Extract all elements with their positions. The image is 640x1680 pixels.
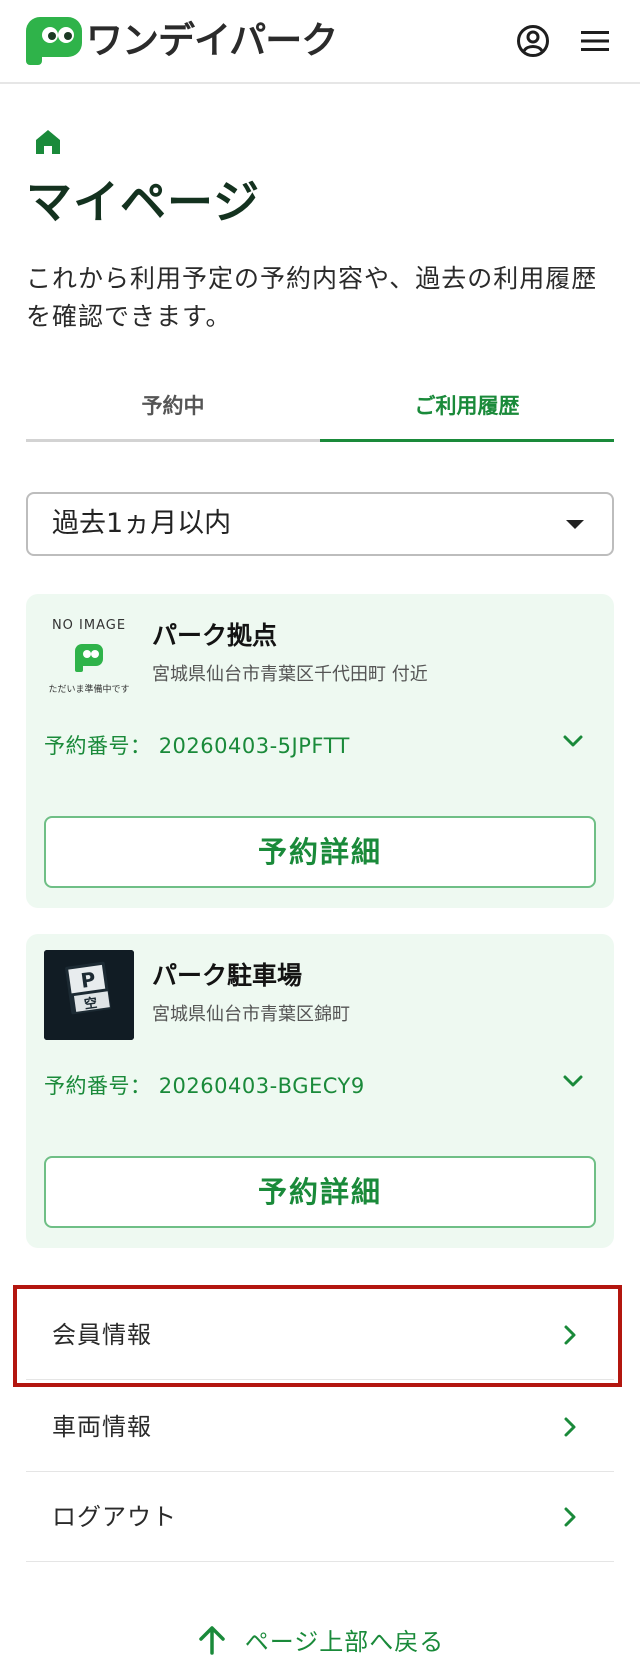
- chevron-down-icon[interactable]: [560, 1068, 586, 1094]
- no-image-label: NO IMAGE: [51, 618, 127, 633]
- arrow-up-icon: [196, 1624, 228, 1656]
- period-select-value: 過去1ヵ月以内: [52, 508, 232, 539]
- user-circle-icon[interactable]: [514, 22, 552, 60]
- menu-item-vehicle-info[interactable]: 車両情報: [26, 1382, 614, 1472]
- no-image-placeholder: NO IMAGE ただいま準備中です: [44, 610, 134, 700]
- logo-mark-icon: [26, 17, 84, 65]
- sign-vacant-text: 空: [83, 995, 98, 1013]
- reservation-number: 予約番号： 20260403-5JPFTT: [44, 730, 350, 760]
- back-to-top-link[interactable]: ページ上部へ戻る: [0, 1622, 640, 1657]
- site-header: ワンデイパーク: [0, 0, 640, 84]
- no-image-caption: ただいま準備中です: [48, 685, 130, 695]
- menu-item-logout[interactable]: ログアウト: [26, 1472, 614, 1562]
- menu-item-label: 車両情報: [52, 1413, 152, 1441]
- logo-text: ワンデイパーク: [86, 19, 338, 62]
- parking-name: パーク拠点: [152, 621, 278, 650]
- reservation-number-label: 予約番号：: [44, 1074, 152, 1098]
- parking-address: 宮城県仙台市青葉区千代田町 付近: [152, 664, 428, 685]
- reservation-number: 予約番号： 20260403-BGECY9: [44, 1070, 365, 1100]
- chevron-right-icon: [558, 1324, 580, 1346]
- menu-item-label: 会員情報: [52, 1321, 152, 1349]
- menu-item-label: ログアウト: [52, 1503, 177, 1531]
- site-logo[interactable]: ワンデイパーク: [26, 17, 338, 65]
- page-title: マイページ: [26, 175, 261, 229]
- reservation-number-value: 20260403-5JPFTT: [158, 734, 350, 758]
- home-icon[interactable]: [34, 128, 62, 156]
- reservation-card: NO IMAGE ただいま準備中です パーク拠点 宮城県仙台市青葉区千代田町 付…: [26, 594, 614, 908]
- menu-item-member-info[interactable]: 会員情報: [26, 1290, 614, 1380]
- back-to-top-label: ページ上部へ戻る: [244, 1628, 445, 1656]
- reservation-detail-button[interactable]: 予約詳細: [44, 1156, 596, 1228]
- tab-history[interactable]: ご利用履歴: [320, 378, 614, 442]
- reservation-number-label: 予約番号：: [44, 734, 152, 758]
- reservation-card: P 空 パーク駐車場 宮城県仙台市青葉区錦町 予約番号： 20260403-BG…: [26, 934, 614, 1248]
- page-description: これから利用予定の予約内容や、過去の利用履歴を確認できます。: [26, 264, 598, 331]
- parking-photo: P 空: [44, 950, 134, 1040]
- chevron-down-icon[interactable]: [560, 728, 586, 754]
- caret-down-icon: [566, 520, 584, 529]
- parking-address: 宮城県仙台市青葉区錦町: [152, 1004, 350, 1025]
- reservation-tabs: 予約中 ご利用履歴: [26, 378, 614, 442]
- parking-name: パーク駐車場: [152, 961, 303, 990]
- tab-upcoming[interactable]: 予約中: [26, 378, 320, 442]
- reservation-number-value: 20260403-BGECY9: [158, 1074, 365, 1098]
- hamburger-menu-icon[interactable]: [576, 22, 614, 60]
- period-select[interactable]: 過去1ヵ月以内: [26, 492, 614, 556]
- reservation-detail-button[interactable]: 予約詳細: [44, 816, 596, 888]
- logo-mark-icon: [75, 644, 103, 672]
- chevron-right-icon: [558, 1416, 580, 1438]
- chevron-right-icon: [558, 1506, 580, 1528]
